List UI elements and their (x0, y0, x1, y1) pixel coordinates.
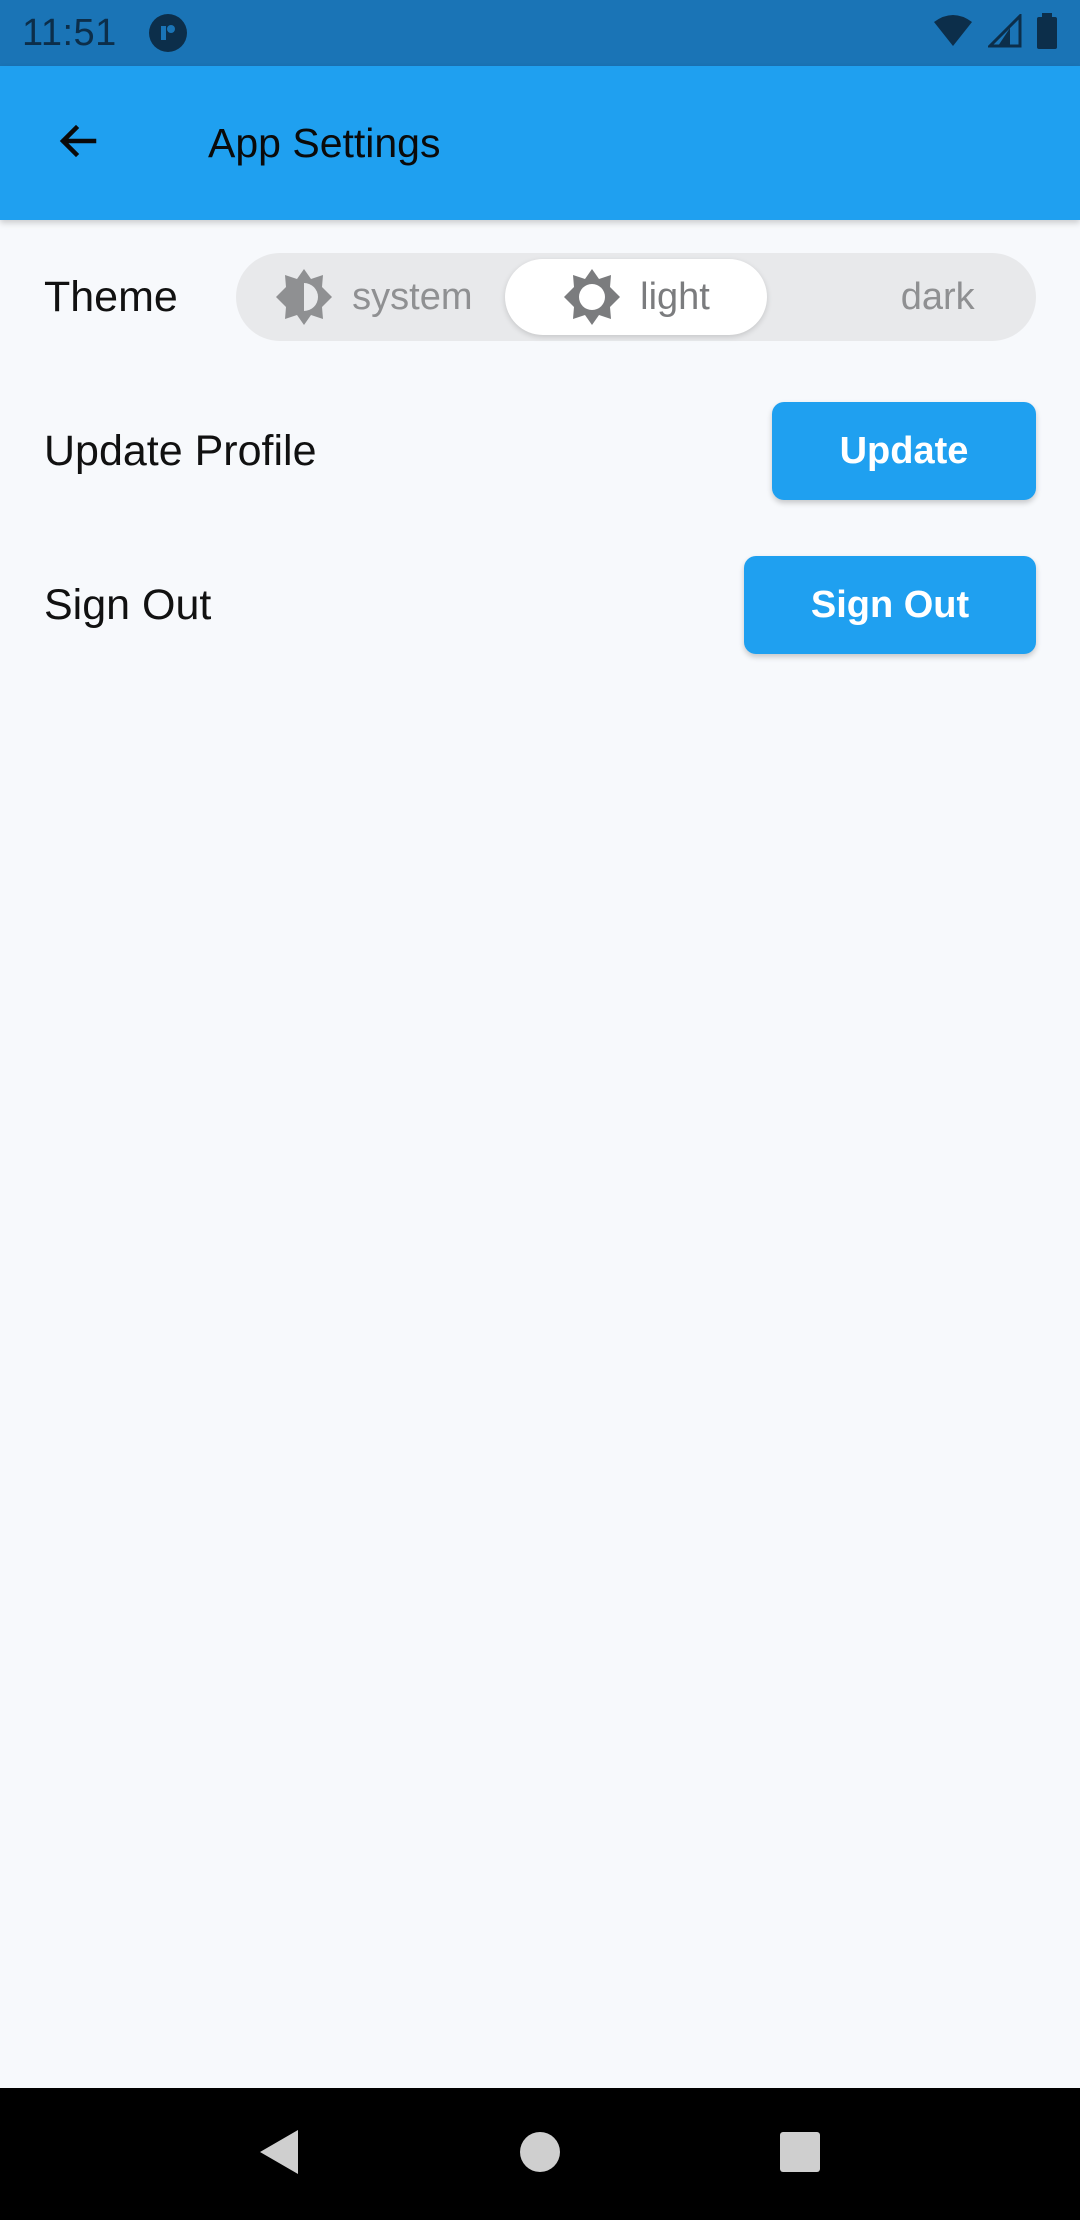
recents-square-icon (779, 2131, 821, 2178)
home-circle-icon (518, 2130, 562, 2179)
theme-option-dark-label: dark (900, 275, 975, 318)
back-triangle-icon (258, 2128, 302, 2181)
signal-icon (986, 11, 1022, 53)
sign-out-label: Sign Out (44, 580, 212, 629)
theme-option-light[interactable]: light (504, 259, 768, 335)
page-title: App Settings (208, 119, 441, 166)
nav-recents-button[interactable] (760, 2114, 840, 2194)
theme-option-system[interactable]: system (242, 259, 505, 335)
arrow-left-icon (54, 117, 102, 170)
status-bar: 11:51 (0, 0, 1080, 66)
nav-home-button[interactable] (500, 2114, 580, 2194)
sign-out-button[interactable]: Sign Out (744, 556, 1036, 654)
update-profile-label: Update Profile (44, 426, 317, 475)
theme-row: Theme system light dark (0, 252, 1080, 342)
moon-icon (823, 267, 883, 327)
theme-option-dark[interactable]: dark (767, 259, 1030, 335)
nav-back-button[interactable] (240, 2114, 320, 2194)
theme-segmented-control: system light dark (236, 253, 1036, 341)
update-button[interactable]: Update (772, 402, 1036, 500)
app-notification-icon (148, 14, 187, 52)
back-button[interactable] (28, 93, 128, 193)
sign-out-row: Sign Out Sign Out (0, 555, 1080, 655)
theme-option-system-label: system (352, 275, 473, 318)
screen: 11:51 App Settings Theme system light da… (0, 0, 1080, 2220)
update-profile-row: Update Profile Update (0, 401, 1080, 501)
status-time: 11:51 (22, 11, 117, 54)
wifi-icon (932, 14, 974, 53)
app-bar: App Settings (0, 66, 1080, 220)
brightness-light-icon (562, 267, 622, 327)
theme-label: Theme (44, 272, 178, 321)
theme-option-light-label: light (640, 275, 710, 318)
battery-icon (1036, 12, 1058, 54)
system-nav-bar (0, 2088, 1080, 2220)
brightness-auto-icon (274, 267, 334, 327)
